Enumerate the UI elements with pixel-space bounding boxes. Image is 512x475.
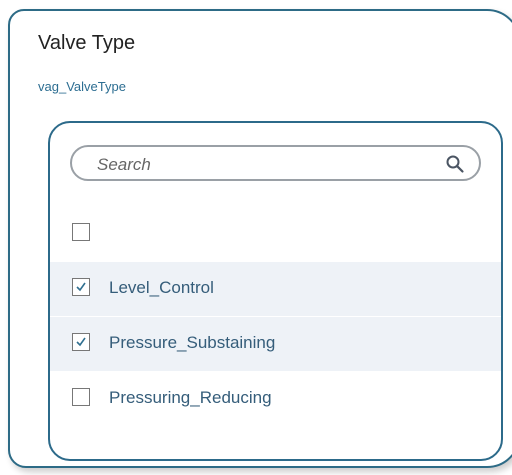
option-row-empty[interactable] — [50, 207, 501, 261]
checkbox-level-control[interactable] — [72, 278, 90, 296]
checkbox-empty[interactable] — [72, 223, 90, 241]
option-row-level-control[interactable]: Level_Control — [50, 262, 501, 316]
option-label-pressure-substaining: Pressure_Substaining — [109, 333, 276, 352]
option-row-pressuring-reducing[interactable]: Pressuring_Reducing — [50, 372, 501, 426]
option-row-pressure-substaining[interactable]: Pressure_Substaining — [50, 317, 501, 371]
option-label-level-control: Level_Control — [109, 278, 214, 297]
search-input[interactable]: Search — [70, 145, 481, 181]
checkbox-pressure-substaining[interactable] — [72, 333, 90, 351]
field-subtitle: vag_ValveType — [38, 79, 126, 94]
search-placeholder: Search — [97, 155, 151, 174]
field-title: Valve Type — [38, 32, 136, 54]
search-icon[interactable] — [445, 154, 465, 174]
checkmark-icon — [76, 337, 86, 347]
options-panel: Search Level_Control Pressure_Substainin… — [48, 121, 503, 461]
valve-type-filter-card: Valve Type vag_ValveType Search Level_Co… — [8, 9, 512, 468]
checkmark-icon — [76, 282, 86, 292]
checkbox-pressuring-reducing[interactable] — [72, 388, 90, 406]
option-label-pressuring-reducing: Pressuring_Reducing — [109, 388, 272, 407]
